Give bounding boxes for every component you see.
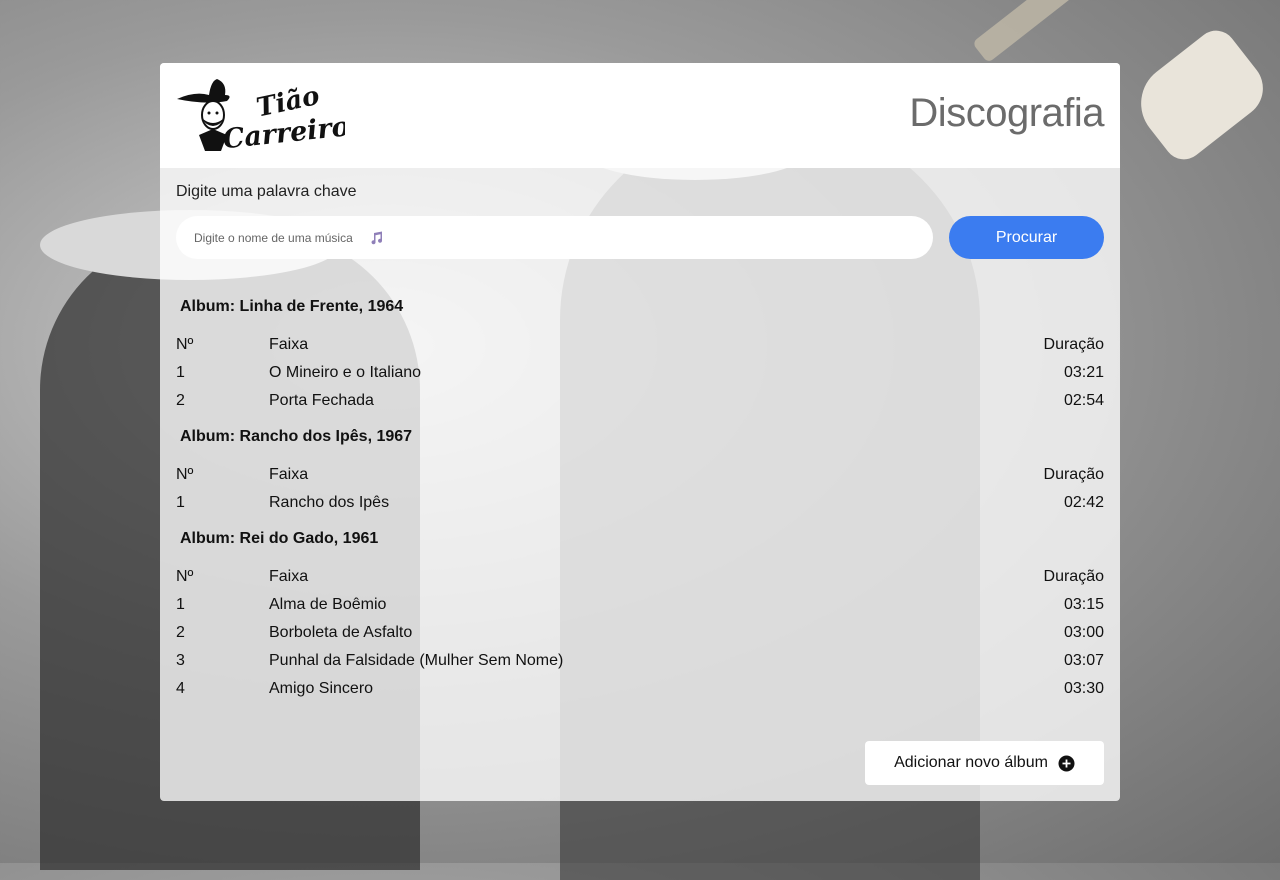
track-duration: 03:21 xyxy=(1063,364,1104,381)
search-label: Digite uma palavra chave xyxy=(176,183,357,200)
track-duration: 03:00 xyxy=(1063,624,1104,641)
track-table: Nº Faixa Duração 1 Alma de Boêmio 03:15 … xyxy=(176,563,1104,703)
track-name: Borboleta de Asfalto xyxy=(269,624,413,641)
table-row[interactable]: 3 Punhal da Falsidade (Mulher Sem Nome) … xyxy=(176,647,1104,675)
track-number: 2 xyxy=(176,392,185,409)
track-name: Alma de Boêmio xyxy=(269,596,387,613)
table-header-row: Nº Faixa Duração xyxy=(176,563,1104,591)
add-album-button[interactable]: Adicionar novo álbum xyxy=(865,741,1104,785)
track-name: Punhal da Falsidade (Mulher Sem Nome) xyxy=(269,652,564,669)
track-number: 1 xyxy=(176,364,185,381)
music-note-icon xyxy=(371,231,383,244)
table-header-row: Nº Faixa Duração xyxy=(176,331,1104,359)
search-input[interactable] xyxy=(192,229,366,246)
track-number: 4 xyxy=(176,680,185,697)
track-number: 2 xyxy=(176,624,185,641)
column-header-duration: Duração xyxy=(1043,466,1104,483)
table-row[interactable]: 2 Borboleta de Asfalto 03:00 xyxy=(176,619,1104,647)
search-field[interactable] xyxy=(176,216,933,259)
track-table: Nº Faixa Duração 1 Rancho dos Ipês 02:42 xyxy=(176,461,1104,517)
column-header-duration: Duração xyxy=(1043,336,1104,353)
background-guitar-head xyxy=(1125,22,1275,168)
track-duration: 03:30 xyxy=(1063,680,1104,697)
discography-card: Tião Carreiro Discografia Digite uma pal… xyxy=(160,63,1120,801)
plus-circle-icon xyxy=(1058,755,1075,771)
page-title: Discografia xyxy=(909,91,1104,135)
track-duration: 03:15 xyxy=(1063,596,1104,613)
table-row[interactable]: 1 O Mineiro e o Italiano 03:21 xyxy=(176,359,1104,387)
add-album-label: Adicionar novo álbum xyxy=(894,754,1048,771)
table-row[interactable]: 2 Porta Fechada 02:54 xyxy=(176,387,1104,415)
column-header-number: Nº xyxy=(176,466,194,483)
album-list: Album: Linha de Frente, 1964 Nº Faixa Du… xyxy=(176,295,1104,713)
track-number: 1 xyxy=(176,494,185,511)
track-table: Nº Faixa Duração 1 O Mineiro e o Italian… xyxy=(176,331,1104,415)
album-section: Album: Linha de Frente, 1964 Nº Faixa Du… xyxy=(176,295,1104,415)
track-name: Rancho dos Ipês xyxy=(269,494,390,511)
card-header: Tião Carreiro Discografia xyxy=(160,63,1120,168)
track-duration: 02:54 xyxy=(1063,392,1104,409)
track-name: Porta Fechada xyxy=(269,392,374,409)
track-name: Amigo Sincero xyxy=(269,680,374,697)
table-header-row: Nº Faixa Duração xyxy=(176,461,1104,489)
column-header-number: Nº xyxy=(176,336,194,353)
table-row[interactable]: 1 Rancho dos Ipês 02:42 xyxy=(176,489,1104,517)
album-section: Album: Rei do Gado, 1961 Nº Faixa Duraçã… xyxy=(176,527,1104,703)
svg-text:Carreiro: Carreiro xyxy=(221,111,345,153)
track-name: O Mineiro e o Italiano xyxy=(269,364,422,381)
album-title: Album: Linha de Frente, 1964 xyxy=(180,298,404,315)
table-row[interactable]: 1 Alma de Boêmio 03:15 xyxy=(176,591,1104,619)
column-header-number: Nº xyxy=(176,568,194,585)
column-header-track: Faixa xyxy=(269,466,309,483)
album-title: Album: Rei do Gado, 1961 xyxy=(180,530,379,547)
column-header-track: Faixa xyxy=(269,336,309,353)
tiao-carreiro-logo: Tião Carreiro xyxy=(177,79,345,153)
table-row[interactable]: 4 Amigo Sincero 03:30 xyxy=(176,675,1104,703)
track-number: 1 xyxy=(176,596,185,613)
track-duration: 02:42 xyxy=(1063,494,1104,511)
search-button[interactable]: Procurar xyxy=(949,216,1104,259)
column-header-duration: Duração xyxy=(1043,568,1104,585)
column-header-track: Faixa xyxy=(269,568,309,585)
track-duration: 03:07 xyxy=(1063,652,1104,669)
album-section: Album: Rancho dos Ipês, 1967 Nº Faixa Du… xyxy=(176,425,1104,517)
album-title: Album: Rancho dos Ipês, 1967 xyxy=(180,428,413,445)
track-number: 3 xyxy=(176,652,185,669)
